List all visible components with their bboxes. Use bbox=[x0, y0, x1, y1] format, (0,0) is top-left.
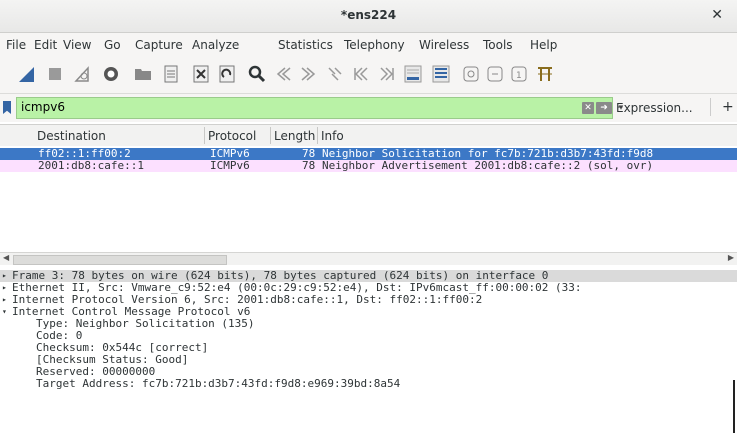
column-divider[interactable] bbox=[270, 127, 271, 144]
resize-columns-icon[interactable] bbox=[534, 63, 556, 85]
column-info[interactable]: Info bbox=[321, 129, 344, 143]
packet-list-header: Destination Protocol Length Info bbox=[0, 124, 737, 147]
expression-button[interactable]: Expression... bbox=[616, 101, 693, 115]
expand-arrow-icon[interactable]: ▸ bbox=[2, 294, 12, 306]
main-toolbar: 1 bbox=[0, 57, 737, 94]
close-file-icon[interactable] bbox=[190, 63, 212, 85]
window-title: *ens224 bbox=[340, 8, 397, 22]
menu-tools[interactable]: Tools bbox=[483, 38, 513, 52]
capture-options-icon[interactable] bbox=[100, 63, 122, 85]
menu-wireless[interactable]: Wireless bbox=[419, 38, 469, 52]
reload-icon[interactable] bbox=[216, 63, 238, 85]
restart-icon[interactable] bbox=[72, 63, 94, 85]
expand-arrow-icon[interactable]: ▸ bbox=[2, 282, 12, 294]
title-bar: *ens224 ✕ bbox=[0, 0, 737, 33]
menu-help[interactable]: Help bbox=[530, 38, 557, 52]
menu-telephony[interactable]: Telephony bbox=[344, 38, 405, 52]
table-row[interactable]: 2001:db8:cafe::1 ICMPv6 78 Neighbor Adve… bbox=[0, 160, 737, 172]
cell-protocol: ICMPv6 bbox=[210, 159, 250, 172]
zoom-out-icon[interactable] bbox=[484, 63, 506, 85]
colorize-icon[interactable] bbox=[430, 63, 452, 85]
svg-text:1: 1 bbox=[516, 71, 522, 81]
menu-file[interactable]: File bbox=[6, 38, 26, 52]
column-divider[interactable] bbox=[317, 127, 318, 144]
menu-analyze[interactable]: Analyze bbox=[192, 38, 239, 52]
column-length[interactable]: Length bbox=[274, 129, 315, 143]
add-filter-button[interactable]: + bbox=[722, 99, 734, 115]
bookmark-icon[interactable] bbox=[3, 101, 11, 114]
search-icon[interactable] bbox=[246, 63, 268, 85]
first-packet-icon[interactable] bbox=[350, 63, 372, 85]
expand-arrow-icon[interactable]: ▸ bbox=[2, 270, 12, 282]
column-divider[interactable] bbox=[204, 127, 205, 144]
menu-edit[interactable]: Edit bbox=[34, 38, 57, 52]
packet-details-tree[interactable]: ▸ Frame 3: 78 bytes on wire (624 bits), … bbox=[0, 268, 737, 433]
display-filter-bar: ✕ ➜ ▾ Expression... + bbox=[0, 94, 737, 122]
menu-statistics[interactable]: Statistics bbox=[278, 38, 333, 52]
cell-info: Neighbor Advertisement 2001:db8:cafe::2 … bbox=[322, 159, 654, 172]
collapse-arrow-icon[interactable]: ▾ bbox=[2, 306, 12, 318]
field-label: Target Address: fc7b:721b:d3b7:43fd:f9d8… bbox=[36, 377, 401, 390]
cell-destination: 2001:db8:cafe::1 bbox=[38, 159, 144, 172]
toolbar-separator bbox=[710, 98, 711, 116]
menu-go[interactable]: Go bbox=[104, 38, 121, 52]
scroll-left-icon[interactable]: ◀ bbox=[3, 253, 9, 262]
stop-icon[interactable] bbox=[44, 63, 66, 85]
display-filter-input[interactable] bbox=[21, 99, 581, 115]
zoom-in-icon[interactable] bbox=[460, 63, 482, 85]
display-filter-field[interactable]: ✕ ➜ ▾ bbox=[3, 97, 623, 119]
menu-bar: File Edit View Go Capture Analyze Statis… bbox=[0, 33, 737, 57]
apply-filter-icon[interactable]: ➜ bbox=[596, 102, 612, 114]
tree-field-target-address[interactable]: Target Address: fc7b:721b:d3b7:43fd:f9d8… bbox=[0, 378, 737, 390]
clear-filter-icon[interactable]: ✕ bbox=[582, 102, 594, 114]
go-to-packet-icon[interactable] bbox=[324, 63, 346, 85]
scroll-right-icon[interactable]: ▶ bbox=[728, 253, 734, 262]
column-destination[interactable]: Destination bbox=[37, 129, 106, 143]
open-folder-icon[interactable] bbox=[132, 63, 154, 85]
column-protocol[interactable]: Protocol bbox=[208, 129, 256, 143]
menu-capture[interactable]: Capture bbox=[135, 38, 183, 52]
save-file-icon[interactable] bbox=[160, 63, 182, 85]
tree-field-type[interactable]: Type: Neighbor Solicitation (135) bbox=[0, 318, 737, 330]
normal-size-icon[interactable]: 1 bbox=[508, 63, 530, 85]
window-edge bbox=[733, 380, 735, 433]
menu-view[interactable]: View bbox=[63, 38, 91, 52]
close-icon[interactable]: ✕ bbox=[711, 7, 723, 23]
packet-list-hscrollbar[interactable]: ◀ ▶ bbox=[0, 252, 737, 265]
scrollbar-thumb[interactable] bbox=[13, 255, 227, 265]
last-packet-icon[interactable] bbox=[376, 63, 398, 85]
autoscroll-icon[interactable] bbox=[402, 63, 424, 85]
packet-list[interactable]: ff02::1:ff00:2 ICMPv6 78 Neighbor Solici… bbox=[0, 146, 737, 251]
shark-fin-icon[interactable] bbox=[16, 63, 38, 85]
go-forward-icon[interactable] bbox=[298, 63, 320, 85]
go-back-icon[interactable] bbox=[272, 63, 294, 85]
cell-length: 78 bbox=[302, 159, 316, 172]
